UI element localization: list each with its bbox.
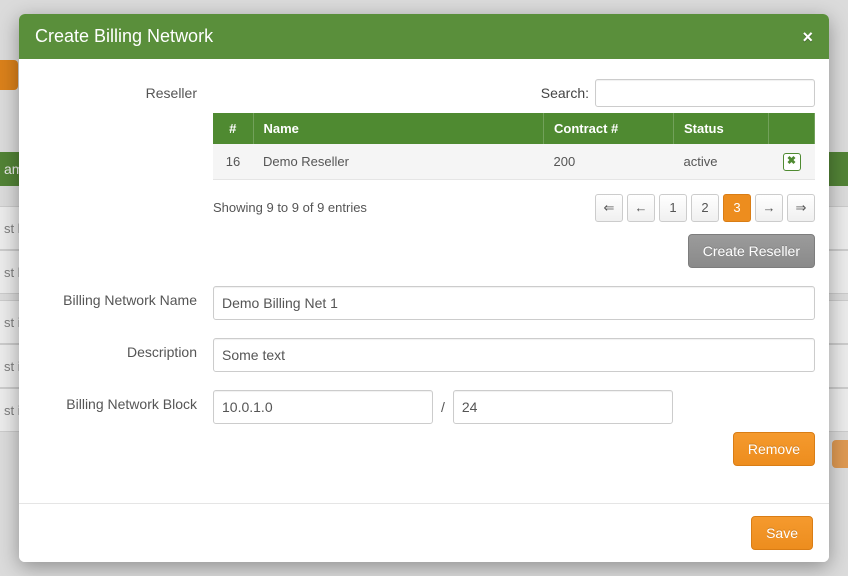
cell-contract: 200 (544, 144, 674, 179)
save-button[interactable]: Save (751, 516, 813, 550)
page-2-button[interactable]: 2 (691, 194, 719, 222)
col-number[interactable]: # (213, 113, 253, 144)
col-contract[interactable]: Contract # (544, 113, 674, 144)
description-label: Description (33, 338, 213, 360)
page-3-button[interactable]: 3 (723, 194, 751, 222)
description-input[interactable] (213, 338, 815, 372)
page-last-button[interactable]: ⇒ (787, 194, 815, 222)
dialog-body: Reseller Search: # Name Contract # Statu… (19, 59, 829, 503)
billing-network-block-label: Billing Network Block (33, 390, 213, 412)
dialog-title: Create Billing Network (35, 26, 213, 47)
search-label: Search: (541, 85, 589, 101)
page-next-button[interactable]: → (755, 194, 783, 222)
cell-name: Demo Reseller (253, 144, 544, 179)
deselect-icon[interactable]: ✖ (783, 153, 801, 171)
dialog-header: Create Billing Network × (19, 14, 829, 59)
billing-network-name-label: Billing Network Name (33, 286, 213, 308)
table-row[interactable]: 16 Demo Reseller 200 active ✖ (213, 144, 815, 179)
page-1-button[interactable]: 1 (659, 194, 687, 222)
cell-id: 16 (213, 144, 253, 179)
col-name[interactable]: Name (253, 113, 544, 144)
page-prev-button[interactable]: ← (627, 194, 655, 222)
table-info: Showing 9 to 9 of 9 entries (213, 200, 367, 215)
reseller-label: Reseller (33, 79, 213, 101)
remove-block-button[interactable]: Remove (733, 432, 815, 466)
col-actions (769, 113, 815, 144)
page-first-button[interactable]: ⇐ (595, 194, 623, 222)
billing-network-name-input[interactable] (213, 286, 815, 320)
network-block-mask-input[interactable] (453, 390, 673, 424)
close-icon[interactable]: × (802, 28, 813, 46)
network-block-ip-input[interactable] (213, 390, 433, 424)
search-input[interactable] (595, 79, 815, 107)
create-billing-network-dialog: Create Billing Network × Reseller Search… (19, 14, 829, 562)
create-reseller-button[interactable]: Create Reseller (688, 234, 815, 268)
pagination: ⇐ ← 1 2 3 → ⇒ (595, 194, 815, 222)
cell-status: active (674, 144, 769, 179)
slash-separator: / (441, 399, 445, 415)
col-status[interactable]: Status (674, 113, 769, 144)
reseller-table: # Name Contract # Status 16 Demo Reselle… (213, 113, 815, 180)
reseller-search: Search: (213, 79, 815, 107)
dialog-footer: Save (19, 503, 829, 562)
